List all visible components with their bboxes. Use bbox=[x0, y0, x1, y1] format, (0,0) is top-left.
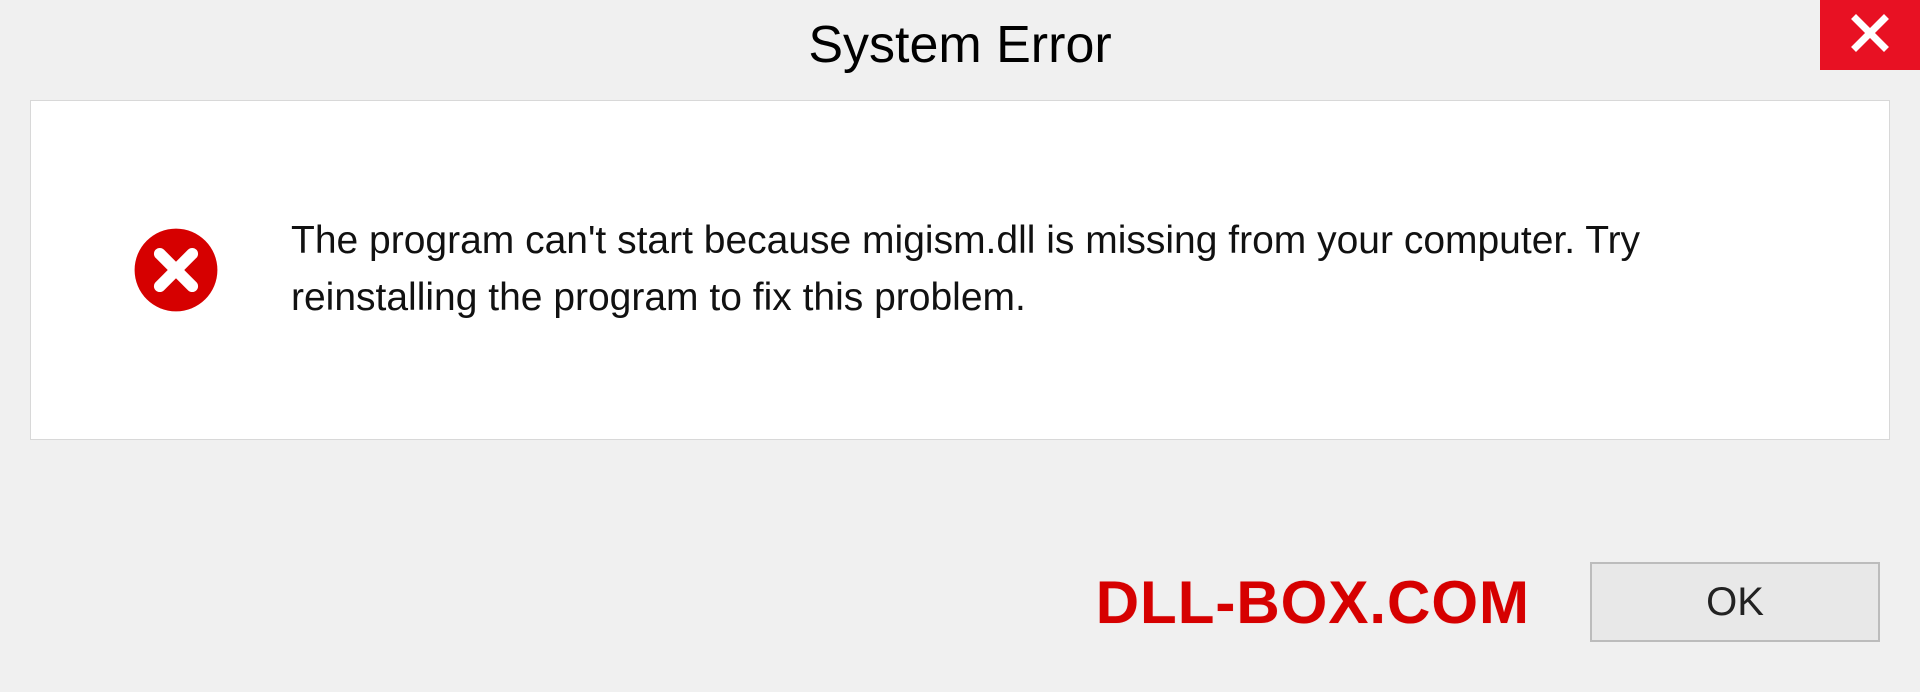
titlebar: System Error bbox=[0, 0, 1920, 90]
dialog-footer: DLL-BOX.COM OK bbox=[0, 552, 1920, 652]
error-message: The program can't start because migism.d… bbox=[291, 213, 1829, 326]
ok-button-label: OK bbox=[1706, 580, 1764, 625]
close-button[interactable] bbox=[1820, 0, 1920, 70]
error-icon bbox=[131, 225, 221, 315]
ok-button[interactable]: OK bbox=[1590, 562, 1880, 642]
content-panel: The program can't start because migism.d… bbox=[30, 100, 1890, 440]
dialog-title: System Error bbox=[808, 15, 1111, 75]
close-icon bbox=[1850, 13, 1890, 58]
watermark-text: DLL-BOX.COM bbox=[1096, 568, 1530, 637]
